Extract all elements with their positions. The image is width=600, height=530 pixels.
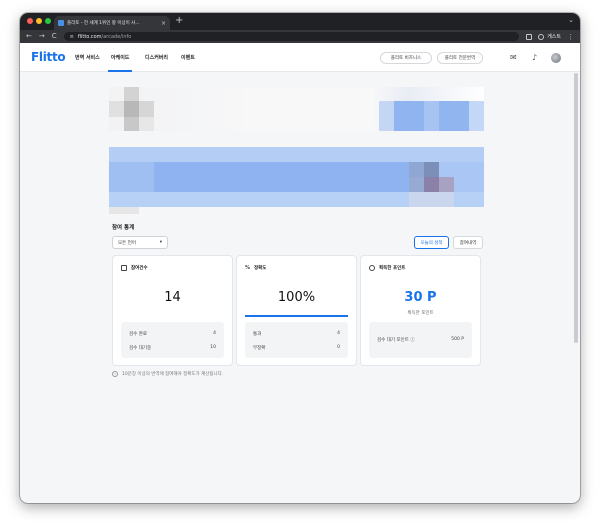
user-avatar[interactable] <box>551 53 561 63</box>
detail-label: 통과 <box>253 332 262 337</box>
flitto-logo[interactable]: Flitto <box>31 50 66 64</box>
accuracy-title: 정확도 <box>254 266 267 271</box>
edit-icon <box>121 265 127 271</box>
new-tab-button[interactable]: + <box>175 15 183 27</box>
flitto-favicon-icon <box>58 20 64 26</box>
bell-icon[interactable]: ♪ <box>532 53 537 62</box>
detail-row-pending: 검수 대기중 10 <box>129 345 216 351</box>
language-select[interactable]: 모든 언어 ▾ <box>112 236 168 249</box>
browser-tab[interactable]: 플리토 - 전 세계 1위인 왕 이상이 사... × <box>54 16 170 30</box>
browser-toolbar-right: 게스트 ⋮ <box>526 33 574 41</box>
today-results-button[interactable]: 오늘의 성적 <box>414 236 449 249</box>
coin-icon <box>369 265 375 271</box>
maximize-window-button[interactable] <box>45 18 51 24</box>
url-text: flitto.com/arcade/info <box>78 34 132 40</box>
flitto-expert-button[interactable]: 플리토 전문번역 <box>437 52 483 64</box>
chevron-down-icon: ▾ <box>159 240 162 245</box>
guest-label: 게스트 <box>547 34 561 40</box>
browser-window: 플리토 - 전 세계 1위인 왕 이상이 사... × + ⌄ ← → C ≡ … <box>20 13 580 503</box>
minimize-window-button[interactable] <box>36 18 42 24</box>
reload-icon[interactable]: C <box>52 30 57 43</box>
nav-discovery[interactable]: 디스커버리 <box>145 54 168 61</box>
tab-close-icon[interactable]: × <box>161 20 166 27</box>
side-panel-icon[interactable] <box>526 33 533 40</box>
accuracy-progress-fill <box>245 315 348 317</box>
accuracy-card: % 정확도 100% 통과 4 부정확 0 <box>236 255 357 366</box>
browser-menu-icon[interactable]: ⋮ <box>567 33 574 41</box>
browser-tab-strip: 플리토 - 전 세계 1위인 왕 이상이 사... × + ⌄ <box>20 13 580 30</box>
back-arrow-icon[interactable]: ← <box>26 30 32 43</box>
accuracy-progress <box>245 315 348 317</box>
accuracy-note: i 10문장 이상의 번역에 참여해야 정확도가 계산됩니다. <box>112 371 223 377</box>
forward-arrow-icon[interactable]: → <box>39 30 45 43</box>
detail-value: 4 <box>337 331 340 336</box>
tab-search-icon[interactable]: ⌄ <box>568 16 574 24</box>
detail-value: 0 <box>337 345 340 350</box>
participation-card-header: 참여건수 <box>121 265 148 271</box>
blurred-banner-top <box>109 87 484 131</box>
points-subtitle: 획득한 포인트 <box>407 311 434 316</box>
accuracy-percent: 100% <box>277 290 316 305</box>
nav-event[interactable]: 이벤트 <box>181 54 195 61</box>
blurred-banner-main <box>109 147 484 207</box>
url-path: /arcade/info <box>101 33 132 40</box>
participation-card: 참여건수 14 검수 완료 4 검수 대기중 10 <box>112 255 233 366</box>
address-bar-row: ← → C ≡ flitto.com/arcade/info 게스트 ⋮ <box>20 30 580 43</box>
active-nav-indicator <box>108 70 132 72</box>
section-title: 참여 통계 <box>112 225 135 231</box>
detail-row-pass: 통과 4 <box>253 331 340 337</box>
site-info-icon[interactable]: ≡ <box>70 34 74 40</box>
url-field[interactable]: ≡ flitto.com/arcade/info <box>63 32 520 41</box>
accuracy-note-text: 10문장 이상의 번역에 참여해야 정확도가 계산됩니다. <box>122 372 224 377</box>
url-host: flitto.com <box>77 33 102 40</box>
info-icon: i <box>112 371 118 377</box>
profile-button[interactable]: 게스트 <box>538 33 561 40</box>
flitto-business-button[interactable]: 플리토 비즈니스 <box>380 52 432 64</box>
points-card-header: 획득한 포인트 <box>369 265 405 271</box>
tab-title: 플리토 - 전 세계 1위인 왕 이상이 사... <box>67 21 140 26</box>
accuracy-detail: 통과 4 부정확 0 <box>245 322 348 358</box>
detail-label: 검수 대기중 <box>129 346 152 351</box>
page-scrollbar[interactable] <box>574 73 578 343</box>
blurred-caption <box>109 207 139 214</box>
nav-arcade[interactable]: 아케이드 <box>111 54 129 61</box>
detail-value: 500 P <box>451 337 464 342</box>
detail-row-completed: 검수 완료 4 <box>129 331 216 337</box>
points-card: 획득한 포인트 30 P 획득한 포인트 검수 대기 포인트 ⓘ 500 P <box>360 255 481 366</box>
profile-icon <box>538 33 545 40</box>
site-header: Flitto 번역 서비스 아케이드 디스커버리 이벤트 플리토 비즈니스 플리… <box>20 43 580 72</box>
nav-translation-service[interactable]: 번역 서비스 <box>75 54 100 61</box>
points-title: 획득한 포인트 <box>379 266 406 271</box>
detail-label[interactable]: 검수 대기 포인트 ⓘ <box>377 337 415 343</box>
close-window-button[interactable] <box>27 18 33 24</box>
detail-value: 10 <box>210 345 216 350</box>
participation-title: 참여건수 <box>131 266 148 271</box>
accuracy-card-header: % 정확도 <box>245 265 266 271</box>
detail-row-pending-points: 검수 대기 포인트 ⓘ 500 P <box>377 337 464 343</box>
detail-label: 검수 완료 <box>129 332 147 337</box>
participation-history-button[interactable]: 참여내역 <box>453 236 483 249</box>
detail-row-inaccurate: 부정확 0 <box>253 345 340 351</box>
mail-icon[interactable]: ✉ <box>510 53 517 62</box>
language-select-value: 모든 언어 <box>118 240 136 246</box>
participation-detail: 검수 완료 4 검수 대기중 10 <box>121 322 224 358</box>
points-amount: 30 P <box>404 290 437 305</box>
points-detail: 검수 대기 포인트 ⓘ 500 P <box>369 322 472 358</box>
participation-count: 14 <box>164 290 181 305</box>
percent-icon: % <box>245 265 251 271</box>
detail-value: 4 <box>213 331 216 336</box>
detail-label: 부정확 <box>253 346 266 351</box>
